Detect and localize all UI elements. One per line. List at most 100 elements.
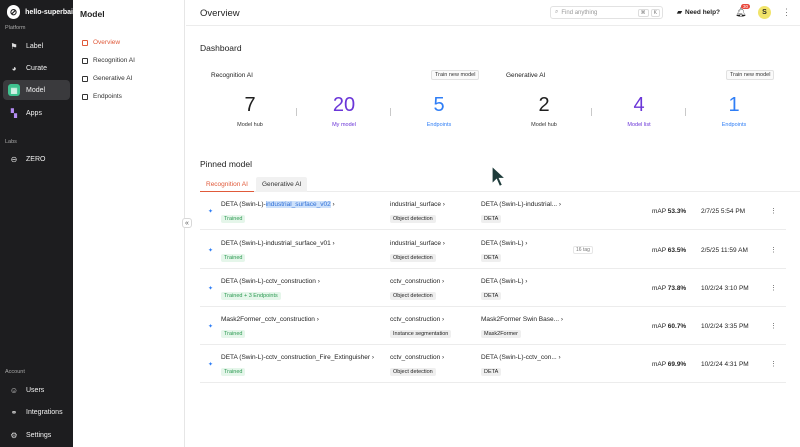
tab-generative-ai[interactable]: Generative AI: [256, 177, 308, 192]
pin-icon[interactable]: ✦: [208, 323, 213, 330]
notifications-button[interactable]: 🔔︎ 30: [735, 4, 751, 18]
stat-label: Model hub: [237, 122, 263, 128]
avatar[interactable]: S: [758, 6, 771, 19]
model-name-link[interactable]: DETA (Swin-L)-industrial_surface_v01 ›: [221, 240, 335, 247]
architecture-link[interactable]: DETA (Swin-L)-cctv_con... ›: [481, 354, 561, 361]
architecture-link[interactable]: DETA (Swin-L)-industrial... ›: [481, 201, 561, 208]
model-icon: ▦: [8, 84, 20, 96]
model-name-link[interactable]: DETA (Swin-L)-cctv_construction_Fire_Ext…: [221, 354, 374, 361]
stat-divider: [390, 108, 391, 116]
dataset-link[interactable]: cctv_construction ›: [390, 278, 444, 285]
architecture-badge: DETA: [481, 292, 502, 300]
row-more-icon[interactable]: ⋮: [770, 284, 777, 292]
stat-label: Model hub: [531, 122, 557, 128]
recognition-stat-endpoints[interactable]: 5 Endpoints: [409, 94, 469, 128]
need-help-button[interactable]: ▰ Need help?: [677, 8, 721, 17]
model-subnav: Model Overview Recognition AI Generative…: [73, 0, 185, 447]
generative-card-title: Generative AI: [506, 72, 546, 79]
subnav-item-overview-text: Overview: [93, 39, 121, 46]
table-row[interactable]: ✦ Mask2Former_cctv_construction › Trained c…: [200, 307, 786, 345]
more-menu-icon[interactable]: ⋮: [782, 7, 791, 18]
subnav-item-generative-ai[interactable]: Generative AI: [82, 75, 132, 82]
pin-icon[interactable]: ✦: [208, 285, 213, 292]
architecture-link[interactable]: DETA (Swin-L) ›: [481, 278, 527, 285]
sidebar-item-label[interactable]: ⚑ Label: [3, 36, 70, 56]
search-input[interactable]: ⌕ Find anything ⌘ K: [550, 6, 663, 19]
dataset-name: cctv_construction: [390, 316, 441, 323]
subnav-item-overview[interactable]: Overview: [82, 39, 120, 46]
stat-divider: [591, 108, 592, 116]
table-row[interactable]: ✦ DETA (Swin-L)-industrial_surface_v01 › T…: [200, 231, 786, 269]
architecture-name: DETA (Swin-L)-industrial...: [481, 201, 558, 208]
generative-stat-model-list[interactable]: 4 Model list: [609, 94, 669, 128]
status-badge: Trained: [221, 254, 246, 262]
dataset-link[interactable]: cctv_construction ›: [390, 354, 444, 361]
dataset-link[interactable]: industrial_surface ›: [390, 240, 445, 247]
model-name-text: DETA (Swin-L)-: [221, 201, 266, 208]
stat-label: Model list: [627, 122, 651, 128]
stat-label: Endpoints: [426, 122, 452, 128]
row-more-icon[interactable]: ⋮: [770, 246, 777, 254]
subnav-item-endpoints-text: Endpoints: [93, 93, 122, 100]
architecture-link[interactable]: DETA (Swin-L) ›: [481, 240, 527, 247]
sidebar-item-zero[interactable]: ⊖ ZERO: [3, 149, 70, 169]
sidebar-item-users[interactable]: ☺ Users: [3, 380, 70, 400]
pin-icon[interactable]: ✦: [208, 247, 213, 254]
map-value: 53.3%: [667, 208, 687, 215]
model-name-link[interactable]: DETA (Swin-L)-cctv_construction ›: [221, 278, 320, 285]
row-more-icon[interactable]: ⋮: [770, 322, 777, 330]
endpoints-icon: [82, 93, 88, 100]
map-score: mAP 53.3%: [652, 208, 686, 215]
recognition-ai-icon: [82, 57, 88, 64]
dataset-link[interactable]: cctv_construction ›: [390, 316, 444, 323]
sidebar-item-integrations[interactable]: ⚭ Integrations: [3, 402, 70, 422]
generative-train-button[interactable]: Train new model: [726, 70, 775, 80]
pin-icon[interactable]: ✦: [208, 208, 213, 215]
row-more-icon[interactable]: ⋮: [770, 207, 777, 215]
generative-stat-endpoints[interactable]: 1 Endpoints: [704, 94, 764, 128]
sidebar-item-settings[interactable]: ⚙ Settings: [3, 425, 70, 445]
chevron-right-icon: ›: [440, 316, 445, 323]
row-more-icon[interactable]: ⋮: [770, 360, 777, 368]
chevron-right-icon: ›: [440, 201, 445, 208]
task-badge: Object detection: [390, 368, 436, 376]
recognition-stat-my-model[interactable]: 20 My model: [314, 94, 374, 128]
collapse-panel-icon[interactable]: «: [182, 218, 192, 228]
dataset-link[interactable]: industrial_surface ›: [390, 201, 445, 208]
sidebar-item-curate[interactable]: ◕ Curate: [3, 58, 70, 78]
subnav-item-recognition-ai[interactable]: Recognition AI: [82, 57, 135, 64]
pin-icon[interactable]: ✦: [208, 361, 213, 368]
chevron-right-icon: ›: [370, 354, 375, 361]
map-label: mAP: [652, 285, 666, 292]
apps-icon: ▚: [10, 108, 18, 118]
chevron-right-icon: ›: [440, 354, 445, 361]
need-help-label: Need help?: [685, 8, 721, 16]
architecture-link[interactable]: Mask2Former Swin Base... ›: [481, 316, 563, 323]
sidebar-item-model[interactable]: ▦ Model: [3, 80, 70, 100]
architecture-name: DETA (Swin-L): [481, 240, 524, 247]
workspace-switcher[interactable]: ⊘ hello-superbai: [0, 0, 73, 24]
chevron-right-icon: ›: [523, 240, 528, 247]
updated-date: 10/2/24 4:31 PM: [701, 361, 749, 368]
model-name-link[interactable]: Mask2Former_cctv_construction ›: [221, 316, 319, 323]
main-sidebar: ⊘ hello-superbai Platform ⚑ Label ◕ Curate…: [0, 0, 73, 447]
table-row[interactable]: ✦ DETA (Swin-L)-cctv_construction_Fire_Ex…: [200, 345, 786, 383]
table-row[interactable]: ✦ DETA (Swin-L)-industrial_surface_v02 › T…: [200, 192, 786, 230]
chevron-right-icon: ›: [559, 316, 564, 323]
sidebar-item-apps[interactable]: ▚ Apps: [3, 103, 70, 123]
stat-value: 4: [633, 94, 645, 116]
stat-divider: [296, 108, 297, 116]
task-badge: Object detection: [390, 292, 436, 300]
map-label: mAP: [652, 247, 666, 254]
recognition-stat-model-hub[interactable]: 7 Model hub: [220, 94, 280, 128]
table-row[interactable]: ✦ DETA (Swin-L)-cctv_construction › Traine…: [200, 269, 786, 307]
generative-stat-model-hub[interactable]: 2 Model hub: [514, 94, 574, 128]
recognition-train-button[interactable]: Train new model: [431, 70, 480, 80]
model-name-link[interactable]: DETA (Swin-L)-industrial_surface_v02 ›: [221, 201, 335, 208]
subnav-item-endpoints[interactable]: Endpoints: [82, 93, 122, 100]
curate-icon: ◕: [11, 63, 17, 73]
tab-recognition-ai[interactable]: Recognition AI: [200, 177, 254, 192]
subnav-item-recognition-ai-text: Recognition AI: [93, 57, 135, 64]
section-labs: Labs: [5, 139, 17, 145]
shortcut-key-cmd: ⌘: [637, 8, 649, 17]
